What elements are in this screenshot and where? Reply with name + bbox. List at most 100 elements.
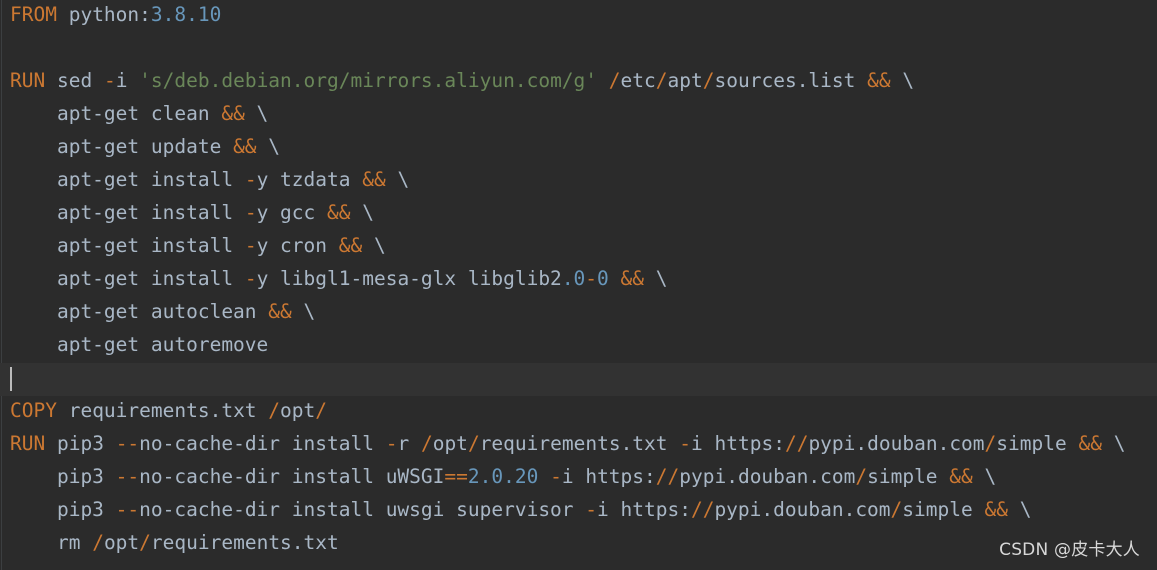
code-line[interactable]: apt-get clean && \ (0, 99, 1157, 132)
code-token: pip3 (45, 432, 116, 455)
code-token: / (420, 432, 433, 455)
code-token: / (467, 432, 480, 455)
code-token: / (315, 399, 328, 422)
code-line[interactable]: apt-get autoremove (0, 330, 1157, 363)
code-token: etc (620, 69, 656, 92)
code-line[interactable]: pip3 --no-cache-dir install uWSGI==2.0.2… (0, 462, 1157, 495)
code-token: && (1078, 432, 1102, 455)
code-line[interactable]: apt-get update && \ (0, 132, 1157, 165)
code-token: - (550, 465, 562, 488)
code-token: / (855, 465, 868, 488)
code-token: apt-get install (10, 267, 245, 290)
code-line[interactable]: apt-get install -y libgl1-mesa-glx libgl… (0, 264, 1157, 297)
code-token: r (397, 432, 421, 455)
code-token: - (679, 432, 692, 455)
code-token: - (103, 69, 116, 92)
code-token: i https: (691, 432, 785, 455)
code-token: requirements.txt (56, 399, 269, 422)
code-token: requirements.txt (479, 432, 680, 455)
code-token: 3.8.10 (150, 3, 222, 26)
code-token: && (268, 300, 292, 323)
code-token: -- (115, 465, 140, 488)
dockerfile-code[interactable]: FROM python:3.8.10 RUN sed -i 's/deb.debi… (0, 0, 1157, 561)
code-token: RUN (10, 69, 46, 92)
code-token: pypi.douban.com (679, 465, 856, 488)
code-token: apt-get install (10, 201, 245, 224)
code-token: && (984, 498, 1008, 521)
code-line[interactable]: apt-get autoclean && \ (0, 297, 1157, 330)
code-token: - (244, 201, 257, 224)
code-token: - (244, 168, 257, 191)
code-token: y tzdata (256, 168, 363, 191)
code-token: && (867, 69, 891, 92)
code-line[interactable]: COPY requirements.txt /opt/ (0, 396, 1157, 429)
code-token: // (690, 498, 715, 521)
code-token: - (385, 432, 398, 455)
code-token: opt (432, 432, 468, 455)
code-token: apt (667, 69, 703, 92)
code-token: \ (890, 69, 915, 92)
code-token: y gcc (256, 201, 328, 224)
code-token: 0 (597, 267, 609, 290)
code-token: pypi.douban.com (808, 432, 985, 455)
code-line[interactable] (0, 33, 1157, 66)
code-token: / (655, 69, 668, 92)
code-token: apt-get install (10, 234, 245, 257)
code-token: FROM (10, 3, 57, 26)
code-token: y cron (256, 234, 339, 257)
code-token: \ (350, 201, 374, 224)
code-token: RUN (10, 432, 46, 455)
code-token: / (984, 432, 997, 455)
code-token: 's/deb.debian.org/mirrors.aliyun.com/g' (139, 69, 598, 92)
code-token: && (233, 135, 257, 158)
code-token: no-cache-dir install uwsgi supervisor (139, 498, 586, 521)
code-line[interactable]: RUN pip3 --no-cache-dir install -r /opt/… (0, 429, 1157, 462)
text-caret (10, 367, 12, 391)
code-token: / (268, 399, 281, 422)
code-line[interactable]: pip3 --no-cache-dir install uwsgi superv… (0, 495, 1157, 528)
code-line[interactable]: apt-get install -y gcc && \ (0, 198, 1157, 231)
code-token: no-cache-dir install (139, 432, 386, 455)
code-token: opt (103, 531, 140, 554)
code-token: / (608, 69, 621, 92)
code-token: simple (867, 465, 950, 488)
code-token: -- (115, 432, 140, 455)
code-line[interactable]: apt-get install -y cron && \ (0, 231, 1157, 264)
code-token: no-cache-dir install uWSGI (139, 465, 445, 488)
code-token: // (655, 465, 680, 488)
code-token: == (444, 465, 468, 488)
code-token: \ (362, 234, 386, 257)
code-token: \ (1007, 498, 1032, 521)
code-token: apt-get autoremove (10, 333, 269, 356)
code-token: \ (972, 465, 997, 488)
code-token: - (585, 267, 598, 290)
code-token: pypi.douban.com (714, 498, 891, 521)
code-token: / (702, 69, 715, 92)
code-token: && (362, 168, 386, 191)
code-token: \ (291, 300, 316, 323)
code-line[interactable]: RUN sed -i 's/deb.debian.org/mirrors.ali… (0, 66, 1157, 99)
code-token: requirements.txt (150, 531, 339, 554)
code-line[interactable]: rm /opt/requirements.txt (0, 528, 1157, 561)
code-token: \ (644, 267, 668, 290)
code-line[interactable] (0, 363, 1157, 396)
code-token: / (139, 531, 151, 554)
code-line[interactable]: apt-get install -y tzdata && \ (0, 165, 1157, 198)
code-token: apt-get autoclean (10, 300, 269, 323)
code-token: pip3 (10, 465, 116, 488)
code-token: / (890, 498, 903, 521)
code-token: sed (45, 69, 104, 92)
code-token: && (338, 234, 363, 257)
csdn-watermark: CSDN @皮卡大人 (999, 540, 1140, 560)
code-token: pip3 (10, 498, 116, 521)
code-editor[interactable]: FROM python:3.8.10 RUN sed -i 's/deb.debi… (0, 0, 1157, 570)
code-line[interactable]: FROM python:3.8.10 (0, 0, 1157, 33)
code-token: apt-get install (10, 168, 245, 191)
code-token: simple (902, 498, 985, 521)
code-token: \ (385, 168, 410, 191)
code-token: && (949, 465, 973, 488)
code-token: && (620, 267, 645, 290)
